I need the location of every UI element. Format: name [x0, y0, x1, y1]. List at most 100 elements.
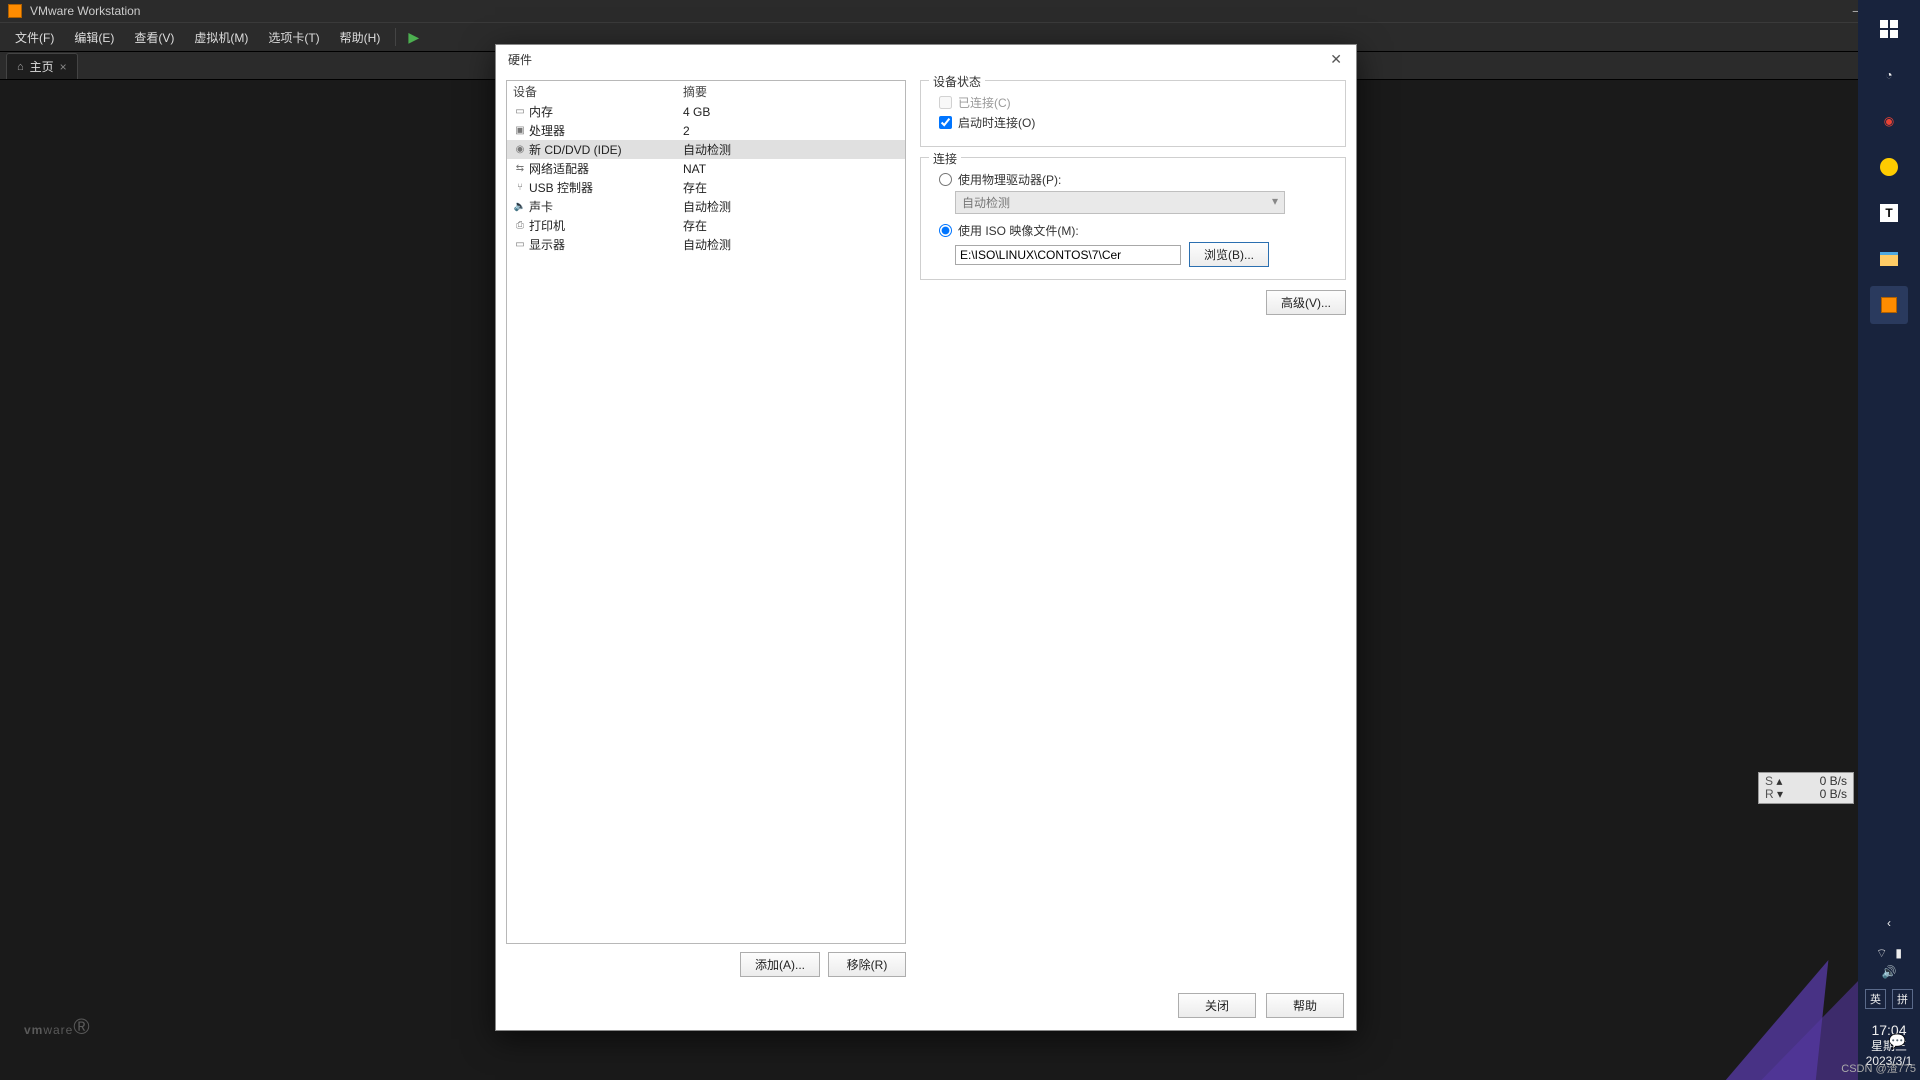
taskbar-app-4[interactable]: T	[1870, 194, 1908, 232]
tab-home[interactable]: ⌂ 主页 ×	[6, 53, 78, 79]
device-row-cddvd[interactable]: ◉新 CD/DVD (IDE) 自动检测	[507, 140, 905, 159]
device-row-network[interactable]: ⇆网络适配器 NAT	[507, 159, 905, 178]
dialog-close-icon[interactable]: ✕	[1326, 51, 1346, 68]
add-device-button[interactable]: 添加(A)...	[740, 952, 820, 977]
dialog-help-button[interactable]: 帮助	[1266, 993, 1344, 1018]
dialog-titlebar: 硬件 ✕	[496, 45, 1356, 72]
taskbar-chrome[interactable]: ◉	[1870, 102, 1908, 140]
device-summary: 2	[683, 124, 690, 138]
iso-row: 使用 ISO 映像文件(M):	[939, 222, 1333, 239]
device-status-group: 设备状态 已连接(C) 启动时连接(O)	[920, 80, 1346, 147]
physical-drive-label: 使用物理驱动器(P):	[958, 171, 1061, 188]
connect-poweron-label: 启动时连接(O)	[958, 114, 1035, 131]
device-list[interactable]: 设备 摘要 ▭内存 4 GB ▣处理器 2 ◉新 CD/DVD (IDE) 自动…	[506, 80, 906, 944]
taskbar-explorer[interactable]	[1870, 240, 1908, 278]
device-summary: 存在	[683, 179, 707, 196]
device-summary: 自动检测	[683, 236, 731, 253]
connected-checkbox	[939, 96, 952, 109]
wifi-icon[interactable]: ⌔	[1876, 946, 1887, 961]
device-row-cpu[interactable]: ▣处理器 2	[507, 121, 905, 140]
physical-drive-radio[interactable]	[939, 173, 952, 186]
device-row-printer[interactable]: ⎙打印机 存在	[507, 216, 905, 235]
home-icon: ⌂	[17, 61, 24, 73]
col-device: 设备	[513, 83, 683, 100]
menu-tabs[interactable]: 选项卡(T)	[259, 26, 328, 49]
taskbar-vmware[interactable]	[1870, 286, 1908, 324]
watermark: CSDN @渣775	[1841, 1060, 1916, 1076]
display-icon: ▭	[513, 239, 527, 251]
vmware-logo: vmware®	[24, 1014, 91, 1040]
device-name: 内存	[529, 103, 553, 120]
ime-lang: 英	[1865, 989, 1886, 1009]
device-name: 处理器	[529, 122, 565, 139]
start-button[interactable]	[1870, 10, 1908, 48]
windows-taskbar: ◔ ◉ T ‹ ⌔ ▮ 🔊 英 拼 17:04 星期三 2023/3/1 💬	[1858, 0, 1920, 1080]
logo-ware: ware	[43, 1023, 73, 1037]
net-r-label: R	[1765, 787, 1774, 801]
connection-group: 连接 使用物理驱动器(P): 自动检测 使用 ISO 映像文件(M): 浏览(B…	[920, 157, 1346, 280]
tab-close-icon[interactable]: ×	[60, 60, 67, 74]
device-row-memory[interactable]: ▭内存 4 GB	[507, 102, 905, 121]
device-name: 新 CD/DVD (IDE)	[529, 141, 622, 158]
connect-poweron-checkbox[interactable]	[939, 116, 952, 129]
device-summary: NAT	[683, 162, 706, 176]
device-summary: 自动检测	[683, 141, 731, 158]
decorative-graphic	[1620, 880, 1860, 1080]
device-list-header: 设备 摘要	[507, 81, 905, 102]
net-down-value: 0 B/s	[1820, 787, 1847, 801]
browse-button[interactable]: 浏览(B)...	[1189, 242, 1269, 267]
menu-file[interactable]: 文件(F)	[6, 26, 63, 49]
col-summary: 摘要	[683, 83, 707, 100]
menu-separator	[395, 28, 396, 46]
printer-icon: ⎙	[513, 220, 527, 232]
memory-icon: ▭	[513, 106, 527, 118]
dialog-footer: 关闭 帮助	[496, 983, 1356, 1030]
physical-drive-row: 使用物理驱动器(P):	[939, 171, 1333, 188]
dialog-title: 硬件	[508, 51, 1326, 68]
cpu-icon: ▣	[513, 125, 527, 137]
menu-vm[interactable]: 虚拟机(M)	[185, 26, 257, 49]
dialog-close-button[interactable]: 关闭	[1178, 993, 1256, 1018]
remove-device-button[interactable]: 移除(R)	[828, 952, 906, 977]
advanced-button[interactable]: 高级(V)...	[1266, 290, 1346, 315]
tab-home-label: 主页	[30, 58, 54, 75]
ime-mode: 拼	[1892, 989, 1913, 1009]
device-name: 声卡	[529, 198, 553, 215]
net-s-label: S	[1765, 774, 1773, 788]
connect-poweron-row: 启动时连接(O)	[939, 114, 1333, 131]
taskbar-app-3[interactable]	[1870, 148, 1908, 186]
battery-icon[interactable]: ▮	[1895, 946, 1902, 961]
device-summary: 存在	[683, 217, 707, 234]
logo-vm: vm	[24, 1023, 43, 1037]
vmware-icon	[8, 4, 22, 18]
iso-path-input[interactable]	[955, 245, 1181, 265]
menu-edit[interactable]: 编辑(E)	[65, 26, 123, 49]
app-titlebar: VMware Workstation ─ ❐ ✕	[0, 0, 1920, 22]
menu-help[interactable]: 帮助(H)	[331, 26, 390, 49]
taskbar-app-1[interactable]: ◔	[1870, 56, 1908, 94]
volume-icon[interactable]: 🔊	[1882, 961, 1897, 983]
usb-icon: ⑂	[513, 182, 527, 194]
device-row-sound[interactable]: 🔈声卡 自动检测	[507, 197, 905, 216]
physical-drive-select: 自动检测	[955, 191, 1285, 214]
app-title: VMware Workstation	[30, 4, 1846, 18]
device-name: 网络适配器	[529, 160, 589, 177]
device-name: USB 控制器	[529, 179, 593, 196]
net-speed-widget: S ▴ R ▾ 0 B/s 0 B/s	[1758, 772, 1854, 804]
net-up-value: 0 B/s	[1820, 774, 1847, 788]
sound-icon: 🔈	[513, 201, 527, 213]
connection-legend: 连接	[929, 150, 961, 167]
device-row-usb[interactable]: ⑂USB 控制器 存在	[507, 178, 905, 197]
network-icon: ⇆	[513, 163, 527, 175]
iso-label: 使用 ISO 映像文件(M):	[958, 222, 1079, 239]
device-name: 打印机	[529, 217, 565, 234]
device-summary: 自动检测	[683, 198, 731, 215]
ime-indicator[interactable]: 英 拼	[1865, 983, 1913, 1015]
device-status-legend: 设备状态	[929, 73, 985, 90]
notification-icon[interactable]: 💬	[1889, 1033, 1906, 1050]
iso-radio[interactable]	[939, 224, 952, 237]
menu-view[interactable]: 查看(V)	[125, 26, 183, 49]
tray-chevron-icon[interactable]: ‹	[1870, 904, 1908, 942]
play-icon[interactable]: ▶	[402, 29, 425, 46]
device-row-display[interactable]: ▭显示器 自动检测	[507, 235, 905, 254]
